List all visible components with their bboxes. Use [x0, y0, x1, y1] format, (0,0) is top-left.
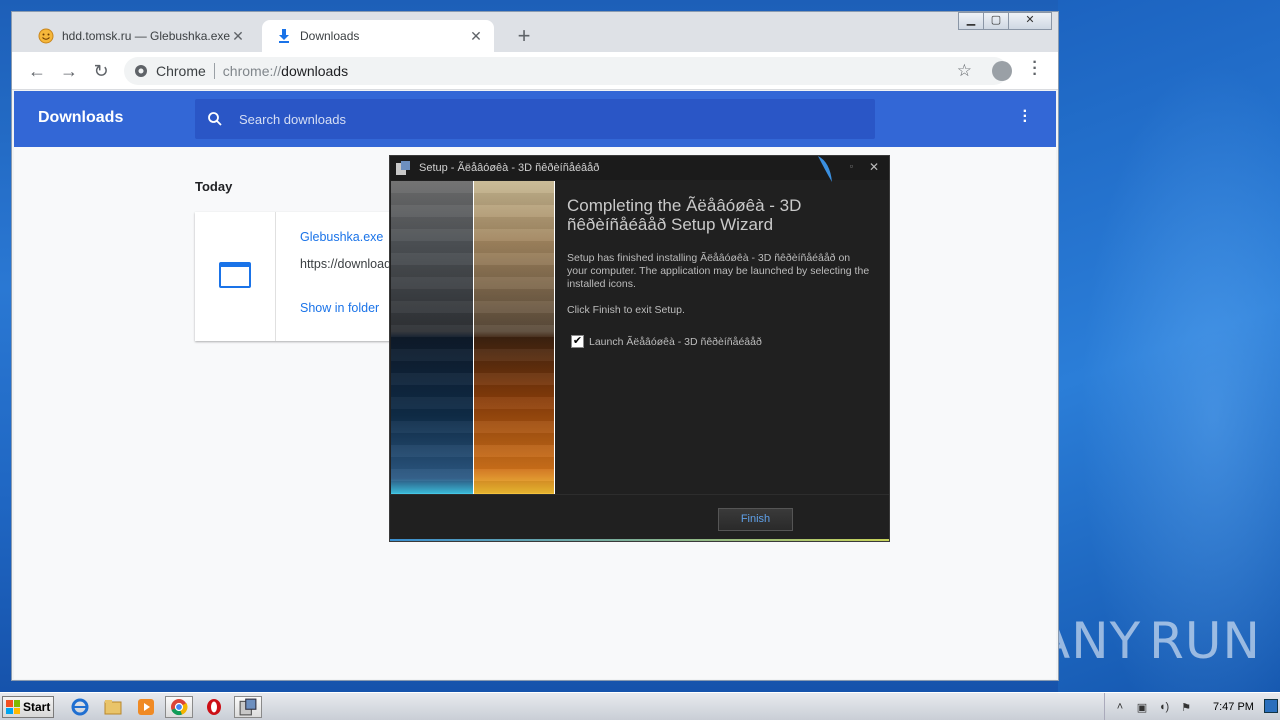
media-player-icon[interactable] [132, 696, 160, 718]
dialog-titlebar: Setup - Ãëåâóøêà - 3D ñêðèíñåéâåð ▫ ✕ [390, 156, 889, 182]
download-favicon-icon [276, 28, 292, 44]
download-icon-cell [195, 212, 276, 341]
close-window-button[interactable]: ✕ [1008, 12, 1052, 30]
new-tab-plus-icon[interactable]: + [512, 24, 536, 48]
bookmark-star-icon[interactable]: ☆ [957, 61, 972, 81]
forward-arrow-icon[interactable]: → [58, 60, 80, 82]
banner-gold-stripe [473, 181, 555, 494]
volume-icon[interactable]: ◖) [1157, 701, 1171, 713]
wizard-installed-text: Setup has finished installing Ãëåâóøêà -… [567, 252, 870, 290]
download-item: Glebushka.exe https://download Show in f… [195, 212, 405, 341]
tab-title: hdd.tomsk.ru — Glebushka.exe [62, 29, 230, 43]
windows-logo-icon [6, 700, 20, 714]
folder-icon[interactable] [99, 696, 127, 718]
clock[interactable]: 7:47 PM [1213, 701, 1254, 713]
opera-icon[interactable] [200, 696, 228, 718]
show-hidden-icons-icon[interactable]: ˄ [1113, 701, 1127, 713]
launch-checkbox[interactable]: ✔ [571, 335, 584, 348]
search-placeholder: Search downloads [239, 111, 346, 127]
maximize-button[interactable]: ▢ [983, 12, 1009, 30]
tab-downloads[interactable]: Downloads ✕ [262, 20, 494, 52]
tab-close-icon[interactable]: ✕ [230, 28, 246, 45]
action-center-flag-icon[interactable]: ⚑ [1179, 701, 1193, 714]
start-button[interactable]: Start [2, 696, 54, 718]
dialog-close-icon[interactable]: ✕ [869, 160, 879, 174]
tab-strip: hdd.tomsk.ru — Glebushka.exe ✕ Downloads… [12, 12, 1058, 52]
section-today: Today [195, 179, 233, 194]
profile-avatar-icon[interactable] [992, 61, 1012, 81]
feather-logo-icon [818, 156, 832, 182]
dialog-divider [390, 494, 889, 495]
launch-checkbox-label: Launch Ãëåâóøêà - 3D ñêðèíñåéâåð [589, 335, 762, 348]
chip-label: Chrome [156, 63, 206, 79]
chrome-logo-icon [135, 65, 147, 77]
finish-button[interactable]: Finish [718, 508, 793, 531]
page-title: Downloads [38, 109, 124, 126]
wizard-banner-image [391, 181, 556, 494]
setup-icon[interactable] [234, 696, 262, 718]
omnibox-separator [213, 63, 215, 79]
chrome-site-chip: Chrome [134, 63, 206, 79]
url-path: downloads [281, 63, 349, 79]
tab-close-icon[interactable]: ✕ [468, 28, 484, 45]
chrome-icon[interactable] [165, 696, 193, 718]
download-filename-link[interactable]: Glebushka.exe [300, 230, 383, 244]
dialog-minimize-icon[interactable]: ▫ [850, 161, 853, 171]
smiley-favicon-icon [38, 28, 54, 44]
internet-explorer-icon[interactable] [66, 696, 94, 718]
back-arrow-icon[interactable]: ← [26, 60, 48, 82]
installer-icon [396, 161, 410, 175]
anyrun-watermark: ANY RUN [1036, 606, 1260, 676]
tab-title: Downloads [300, 29, 360, 43]
wizard-finish-text: Click Finish to exit Setup. [567, 304, 685, 316]
application-file-icon [219, 262, 251, 288]
address-bar[interactable]: Chrome chrome:// downloads [124, 57, 1008, 85]
download-source-url[interactable]: https://download [300, 257, 400, 271]
search-downloads-input[interactable]: Search downloads [195, 99, 875, 139]
setup-wizard-dialog: Setup - Ãëåâóøêà - 3D ñêðèíñåéâåð ▫ ✕ Co… [389, 155, 890, 542]
tab-glebushka[interactable]: hdd.tomsk.ru — Glebushka.exe ✕ [24, 20, 256, 52]
launch-checkbox-row[interactable]: ✔ Launch Ãëåâóøêà - 3D ñêðèíñåéâåð [571, 335, 762, 348]
network-icon[interactable]: ▣ [1135, 701, 1149, 714]
desktop-background [1058, 0, 1280, 692]
start-label: Start [23, 700, 51, 714]
search-icon [208, 112, 222, 126]
show-in-folder-link[interactable]: Show in folder [300, 301, 379, 315]
url-scheme: chrome:// [222, 63, 282, 79]
system-tray: ˄ ▣ ◖) ⚑ 7:47 PM [1104, 693, 1280, 720]
show-desktop-icon[interactable] [1264, 699, 1278, 713]
banner-blue-stripe [391, 181, 473, 494]
dialog-accent-line [390, 539, 889, 541]
reload-icon[interactable]: ↻ [90, 60, 112, 82]
watermark-text-right: RUN [1149, 612, 1261, 670]
chrome-menu-icon[interactable]: · · · [1030, 55, 1040, 83]
dialog-title: Setup - Ãëåâóøêà - 3D ñêðèíñåéâåð [419, 162, 600, 174]
wizard-heading: Completing the Ãëåâóøêà - 3D ñêðèíñåéâåð… [567, 196, 802, 234]
downloads-header: Downloads Search downloads · · · [14, 91, 1056, 147]
minimize-button[interactable]: ▁ [958, 12, 984, 30]
window-controls: ▁ ▢ ✕ [958, 12, 1052, 30]
taskbar: Start ˄ ▣ ◖) ⚑ 7:47 PM [0, 692, 1280, 720]
browser-toolbar: ← → ↻ Chrome chrome:// downloads ☆ · · · [12, 52, 1058, 90]
downloads-menu-icon[interactable]: · · · [1023, 104, 1028, 130]
